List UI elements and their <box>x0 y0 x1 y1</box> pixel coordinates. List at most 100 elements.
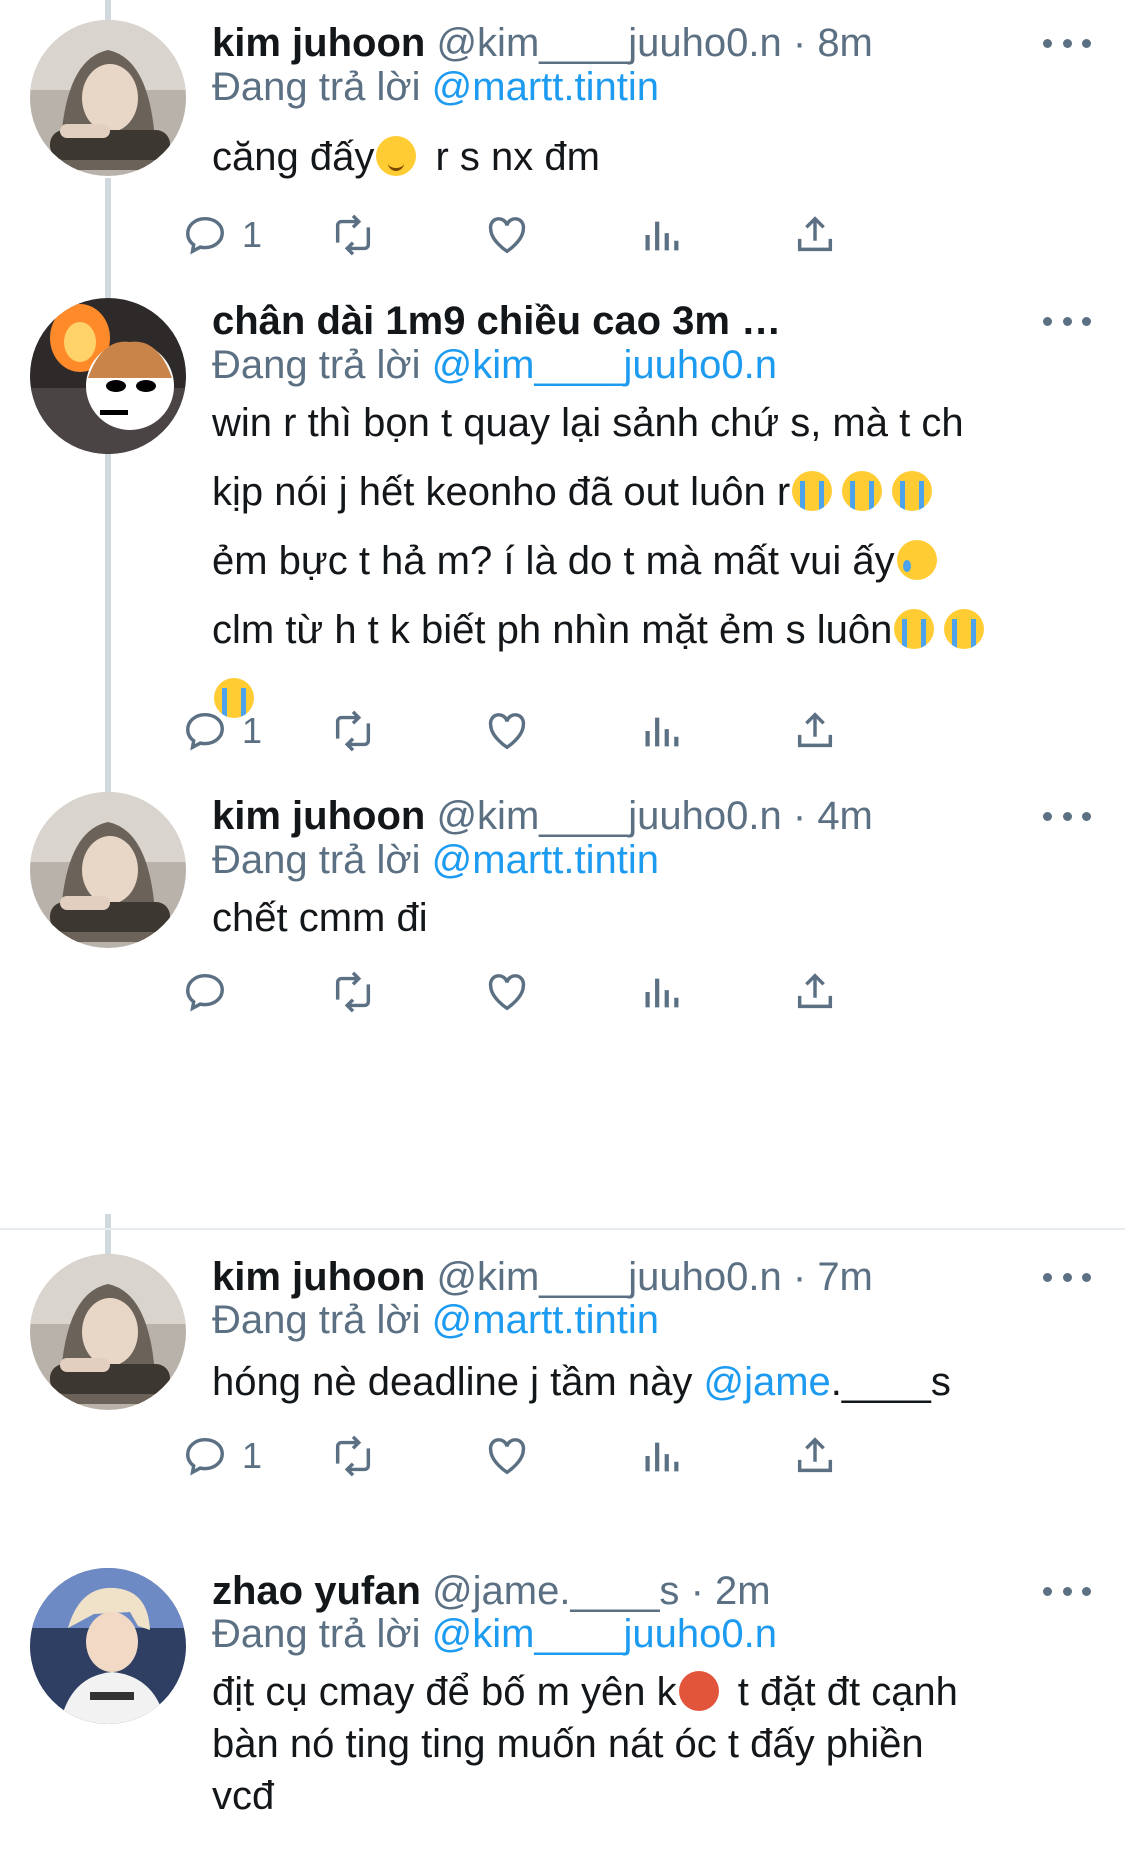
tweet-text-part: hóng nè deadline j tầm này <box>212 1360 704 1404</box>
replying-to-label: Đang trả lời <box>212 343 421 387</box>
replying-to-mention[interactable]: @martt.tintin <box>432 1298 659 1342</box>
share-icon <box>797 1437 833 1473</box>
reply-button[interactable] <box>182 962 228 1022</box>
views-button[interactable] <box>638 1426 684 1486</box>
share-icon <box>797 973 833 1009</box>
retweet-icon <box>335 1435 371 1477</box>
author-handle[interactable]: @jame.____s <box>432 1569 679 1613</box>
views-button[interactable] <box>638 701 684 761</box>
author-name[interactable]: kim juhoon <box>212 21 425 65</box>
tweet-text: win r thì bọn t quay lại sảnh chứ s, mà … <box>212 389 1091 734</box>
author-name[interactable]: chân dài 1m9 chiều cao 3m … <box>212 299 781 343</box>
replying-to-mention[interactable]: @martt.tintin <box>432 65 659 109</box>
tweet-text-part: clm từ h t k biết ph nhìn mặt ẻm s luôn <box>212 608 893 652</box>
author-handle[interactable]: @kim____juuho0.n <box>436 1255 781 1299</box>
like-button[interactable] <box>484 1426 530 1486</box>
replying-to-label: Đang trả lời <box>212 65 421 109</box>
author-handle[interactable]: @kim____juuho0.n <box>436 21 781 65</box>
reply-count: 1 <box>242 214 263 255</box>
replying-to: Đang trả lời @martt.tintin <box>212 61 659 113</box>
tweet-text: địt cụ cmay để bố m yên k t đặt đt cạnh … <box>212 1666 1091 1822</box>
retweet-button[interactable] <box>330 205 376 265</box>
author-handle[interactable]: @kim____juuho0.n <box>436 794 781 838</box>
share-button[interactable] <box>792 1426 838 1486</box>
tweet[interactable]: kim juhoon @kim____juuho0.n · 8m Đang tr… <box>0 0 1125 290</box>
author-name[interactable]: zhao yufan <box>212 1569 421 1613</box>
more-icon[interactable] <box>1043 790 1091 842</box>
tweet-actions <box>186 962 1012 1022</box>
replying-to: Đang trả lời @martt.tintin <box>212 1294 659 1346</box>
crying-face-icon <box>892 471 933 511</box>
heart-icon <box>488 974 526 1011</box>
timestamp[interactable]: 4m <box>817 794 873 838</box>
author-name[interactable]: kim juhoon <box>212 1255 425 1299</box>
reply-icon <box>186 712 224 751</box>
reply-icon <box>186 1437 224 1476</box>
timestamp[interactable]: 7m <box>817 1255 873 1299</box>
views-icon <box>645 717 679 747</box>
more-icon[interactable] <box>1043 17 1091 69</box>
share-button[interactable] <box>792 205 838 265</box>
tweet-text-part: kịp nói j hết keonho đã out luôn r <box>212 470 791 514</box>
tweet-text-line: bàn nó ting ting muốn nát óc t đấy phiền <box>212 1722 924 1766</box>
share-button[interactable] <box>792 701 838 761</box>
crying-face-icon <box>842 471 883 511</box>
share-button[interactable] <box>792 962 838 1022</box>
tweet-text: hóng nè deadline j tầm này @jame.____s <box>212 1348 1091 1417</box>
tweet-text: chết cmm đi <box>212 884 1091 953</box>
tweet-text-part: t đặt đt cạnh <box>726 1670 958 1714</box>
tweet-actions: 1 <box>186 205 1012 265</box>
timestamp[interactable]: 8m <box>817 21 873 65</box>
views-button[interactable] <box>638 962 684 1022</box>
tweet-text-line: clm từ h t k biết ph nhìn mặt ẻm s luôn <box>212 596 1091 665</box>
replying-to-mention[interactable]: @kim____juuho0.n <box>432 343 777 387</box>
retweet-button[interactable] <box>330 962 376 1022</box>
tweet[interactable]: chân dài 1m9 chiều cao 3m … Đang trả lời… <box>0 298 1125 784</box>
more-icon[interactable] <box>1043 1251 1091 1303</box>
tweet-text-part: .____s <box>830 1360 951 1404</box>
tweet-text-line: ẻm bực t hả m? í là do t mà mất vui ấy <box>212 527 1091 596</box>
crying-face-icon <box>944 609 985 649</box>
avatar[interactable] <box>30 1568 186 1724</box>
like-button[interactable] <box>484 962 530 1022</box>
tweet-text: căng đấy r s nx đm <box>212 123 1091 192</box>
tweet-text-part: chết cmm đi <box>212 896 428 940</box>
reply-button[interactable]: 1 <box>182 1426 262 1486</box>
smiling-tear-face-icon <box>896 540 937 580</box>
avatar[interactable] <box>30 298 186 454</box>
tweet-text-line: kịp nói j hết keonho đã out luôn r <box>212 458 1091 527</box>
like-button[interactable] <box>484 205 530 265</box>
tweet[interactable]: kim juhoon @kim____juuho0.n · 7m Đang tr… <box>0 1254 1125 1524</box>
tweet-text-line: win r thì bọn t quay lại sảnh chứ s, mà … <box>212 401 964 445</box>
share-icon <box>797 216 833 252</box>
replying-to: Đang trả lời @kim____juuho0.n <box>212 339 777 391</box>
tweet[interactable]: zhao yufan @jame.____s · 2m Đang trả lời… <box>0 1568 1125 1862</box>
like-button[interactable] <box>484 701 530 761</box>
replying-to: Đang trả lời @kim____juuho0.n <box>212 1608 777 1660</box>
views-button[interactable] <box>638 205 684 265</box>
author-name[interactable]: kim juhoon <box>212 794 425 838</box>
tweet-text-line: vcđ <box>212 1774 275 1818</box>
reply-button[interactable]: 1 <box>182 205 262 265</box>
avatar[interactable] <box>30 792 186 948</box>
reply-timeline: kim juhoon @kim____juuho0.n · 8m Đang tr… <box>0 0 1125 1862</box>
replying-to-mention[interactable]: @martt.tintin <box>432 838 659 882</box>
avatar[interactable] <box>30 20 186 176</box>
reply-button[interactable]: 1 <box>182 701 262 761</box>
avatar[interactable] <box>30 1254 186 1410</box>
reply-icon <box>186 973 224 1012</box>
more-icon[interactable] <box>1043 295 1091 347</box>
tweet-text-part: căng đấy <box>212 135 375 179</box>
separator-dot: · <box>792 21 807 65</box>
reply-count: 1 <box>242 1435 263 1476</box>
retweet-button[interactable] <box>330 1426 376 1486</box>
replying-to-mention[interactable]: @kim____juuho0.n <box>432 1612 777 1656</box>
retweet-button[interactable] <box>330 701 376 761</box>
winking-face-icon <box>376 136 417 176</box>
mention-link[interactable]: @jame <box>703 1360 830 1404</box>
cursing-face-icon <box>678 1671 719 1711</box>
timestamp[interactable]: 2m <box>715 1569 771 1613</box>
tweet[interactable]: kim juhoon @kim____juuho0.n · 4m Đang tr… <box>0 792 1125 1022</box>
more-icon[interactable] <box>1043 1565 1091 1617</box>
tweet-actions: 1 <box>186 701 1012 761</box>
